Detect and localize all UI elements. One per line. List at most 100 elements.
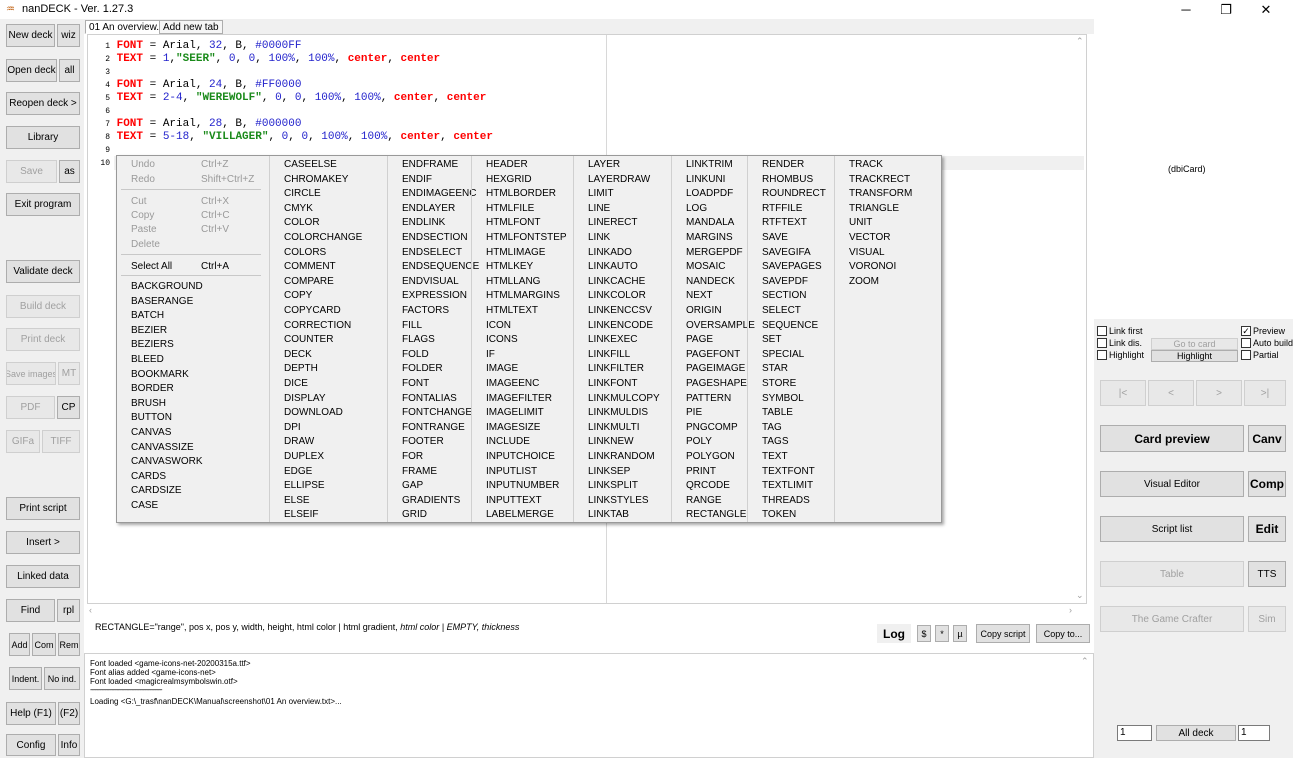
menu-item-keyword[interactable]: COLOR — [284, 216, 320, 230]
log-area[interactable]: Font loaded <game-icons-net-20200315a.tt… — [84, 653, 1094, 758]
prev-card-button[interactable]: < — [1148, 380, 1194, 406]
menu-item-redo[interactable]: Redo — [131, 173, 155, 187]
exit-program-button[interactable]: Exit program — [6, 193, 80, 216]
menu-item-keyword[interactable]: VECTOR — [849, 231, 891, 245]
menu-item-keyword[interactable]: FOOTER — [402, 435, 444, 449]
menu-item-keyword[interactable]: ENDSECTION — [402, 231, 468, 245]
highlight-box[interactable] — [1097, 350, 1107, 360]
vertical-scrollbar[interactable]: ⌃ ⌄ — [1073, 34, 1087, 604]
menu-item-keyword[interactable]: TRACKRECT — [849, 173, 910, 187]
menu-item-keyword[interactable]: HTMLLANG — [486, 275, 540, 289]
menu-item-keyword[interactable]: CARDSIZE — [131, 484, 182, 498]
all-deck-button[interactable]: All deck — [1156, 725, 1236, 741]
go-to-card-button[interactable]: Go to card — [1151, 338, 1238, 350]
menu-item-keyword[interactable]: CORRECTION — [284, 319, 351, 333]
gifa-button[interactable]: GIFa — [6, 430, 40, 453]
menu-item-keyword[interactable]: DPI — [284, 421, 301, 435]
menu-item-keyword[interactable]: ENDLINK — [402, 216, 445, 230]
menu-item-keyword[interactable]: HTMLKEY — [486, 260, 533, 274]
menu-item-keyword[interactable]: HTMLTEXT — [486, 304, 538, 318]
menu-item-keyword[interactable]: SPECIAL — [762, 348, 804, 362]
menu-item-keyword[interactable]: ENDIMAGEENC — [402, 187, 476, 201]
menu-item-keyword[interactable]: IMAGESIZE — [486, 421, 540, 435]
comment-button[interactable]: Com — [32, 633, 56, 656]
menu-item-keyword[interactable]: COMPARE — [284, 275, 334, 289]
game-crafter-button[interactable]: The Game Crafter — [1100, 606, 1244, 632]
highlight-button[interactable]: Highlight — [1151, 350, 1238, 362]
close-button[interactable]: ✕ — [1246, 0, 1286, 19]
menu-item-keyword[interactable]: LINKFILTER — [588, 362, 644, 376]
menu-item-keyword[interactable]: RTFFILE — [762, 202, 802, 216]
menu-item-keyword[interactable]: DEPTH — [284, 362, 318, 376]
menu-item-keyword[interactable]: CHROMAKEY — [284, 173, 348, 187]
print-deck-button[interactable]: Print deck — [6, 328, 80, 351]
link-first-box[interactable] — [1097, 326, 1107, 336]
menu-item-keyword[interactable]: PAGESHAPE — [686, 377, 747, 391]
menu-item-keyword[interactable]: ENDSEQUENCE — [402, 260, 479, 274]
insert-button[interactable]: Insert > — [6, 531, 80, 554]
menu-item-keyword[interactable]: LIMIT — [588, 187, 614, 201]
menu-item-keyword[interactable]: FOLD — [402, 348, 429, 362]
menu-item-keyword[interactable]: QRCODE — [686, 479, 730, 493]
menu-item-keyword[interactable]: PATTERN — [686, 392, 731, 406]
menu-item-keyword[interactable]: SAVEPAGES — [762, 260, 822, 274]
menu-item-keyword[interactable]: DUPLEX — [284, 450, 324, 464]
menu-item-keyword[interactable]: CANVASSIZE — [131, 441, 194, 455]
mt-button[interactable]: MT — [58, 362, 80, 385]
menu-item-keyword[interactable]: ENDIF — [402, 173, 432, 187]
mu-button[interactable]: µ — [953, 625, 967, 642]
menu-item-keyword[interactable]: RTFTEXT — [762, 216, 807, 230]
menu-item-keyword[interactable]: BORDER — [131, 382, 174, 396]
menu-item-keyword[interactable]: TOKEN — [762, 508, 796, 522]
log-label[interactable]: Log — [877, 624, 911, 643]
menu-item-keyword[interactable]: DOWNLOAD — [284, 406, 343, 420]
menu-item-keyword[interactable]: HTMLIMAGE — [486, 246, 545, 260]
menu-item-keyword[interactable]: SAVEPDF — [762, 275, 808, 289]
menu-item-keyword[interactable]: LINERECT — [588, 216, 637, 230]
menu-item-keyword[interactable]: IMAGE — [486, 362, 518, 376]
indent-button[interactable]: Indent. — [9, 667, 42, 690]
menu-item-keyword[interactable]: STORE — [762, 377, 796, 391]
partial-box[interactable] — [1241, 350, 1251, 360]
menu-item-keyword[interactable]: GRID — [402, 508, 427, 522]
auto-build-box[interactable] — [1241, 338, 1251, 348]
help-f2-button[interactable]: (F2) — [58, 702, 80, 725]
open-all-button[interactable]: all — [59, 59, 80, 82]
menu-item-keyword[interactable]: MARGINS — [686, 231, 733, 245]
menu-item-keyword[interactable]: HTMLFILE — [486, 202, 534, 216]
range-to-input[interactable]: 1 — [1238, 725, 1270, 741]
menu-item-keyword[interactable]: LINKSTYLES — [588, 494, 649, 508]
menu-item-keyword[interactable]: OVERSAMPLE — [686, 319, 755, 333]
menu-item-keyword[interactable]: LINKENCODE — [588, 319, 653, 333]
linked-data-button[interactable]: Linked data — [6, 565, 80, 588]
menu-item-keyword[interactable]: HTMLFONTSTEP — [486, 231, 567, 245]
menu-item-keyword[interactable]: FOR — [402, 450, 423, 464]
table-button[interactable]: Table — [1100, 561, 1244, 587]
pdf-button[interactable]: PDF — [6, 396, 55, 419]
menu-item-keyword[interactable]: CMYK — [284, 202, 313, 216]
menu-item-keyword[interactable]: LINK — [588, 231, 610, 245]
menu-item-keyword[interactable]: HTMLFONT — [486, 216, 540, 230]
link-dis-checkbox[interactable]: Link dis. — [1097, 338, 1142, 348]
menu-item-keyword[interactable]: BEZIER — [131, 324, 167, 338]
link-dis-box[interactable] — [1097, 338, 1107, 348]
menu-item-keyword[interactable]: ENDVISUAL — [402, 275, 459, 289]
menu-item-keyword[interactable]: LABELMERGE — [486, 508, 554, 522]
menu-item-keyword[interactable]: FOLDER — [402, 362, 443, 376]
wizard-button[interactable]: wiz — [57, 24, 80, 47]
menu-item-keyword[interactable]: VORONOI — [849, 260, 896, 274]
menu-item-keyword[interactable]: RHOMBUS — [762, 173, 813, 187]
menu-item-keyword[interactable]: BACKGROUND — [131, 280, 203, 294]
add-comment-button[interactable]: Add — [9, 633, 30, 656]
menu-item-keyword[interactable]: COLORS — [284, 246, 326, 260]
menu-item-keyword[interactable]: BOOKMARK — [131, 368, 189, 382]
save-as-button[interactable]: as — [59, 160, 80, 183]
menu-item-keyword[interactable]: ENDLAYER — [402, 202, 455, 216]
menu-item-keyword[interactable]: BRUSH — [131, 397, 166, 411]
menu-item-keyword[interactable]: FILL — [402, 319, 422, 333]
preview-box[interactable]: ✓ — [1241, 326, 1251, 336]
partial-checkbox[interactable]: Partial — [1241, 350, 1279, 360]
menu-item-keyword[interactable]: CIRCLE — [284, 187, 321, 201]
auto-build-checkbox[interactable]: Auto build — [1241, 338, 1293, 348]
menu-item-keyword[interactable]: SELECT — [762, 304, 801, 318]
